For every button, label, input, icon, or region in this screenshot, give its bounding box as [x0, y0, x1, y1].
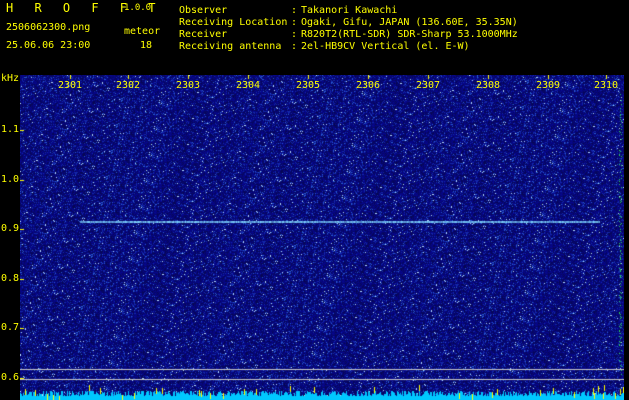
location-label: Receiving Location — [179, 17, 288, 28]
frequency-unit-label: kHz — [1, 73, 20, 84]
receiver-value: R820T2(RTL-SDR) SDR-Sharp 53.1000MHz — [301, 29, 518, 40]
y-tick-label: 0.6 — [1, 372, 20, 383]
x-tick-label: 2304 — [235, 80, 261, 91]
file-name: 2506062300.png — [6, 22, 91, 33]
y-tick-label: 1.0 — [1, 174, 20, 185]
receiver-label: Receiver — [179, 29, 228, 40]
observer-label: Observer — [179, 5, 228, 16]
x-tick-label: 2308 — [475, 80, 501, 91]
y-tick-label: 0.9 — [1, 223, 20, 234]
x-tick-label: 2310 — [593, 80, 619, 91]
receiver-colon: : — [291, 29, 298, 40]
meteor-label: meteor — [124, 26, 161, 37]
hrofft-spectrogram-window: H R O F F T 1.0.0 2506062300.png 25.06.0… — [0, 0, 629, 400]
x-tick-label: 2301 — [57, 80, 83, 91]
antenna-value: 2el-HB9CV Vertical (el. E-W) — [301, 41, 470, 52]
x-tick-label: 2303 — [175, 80, 201, 91]
y-tick-label: 0.8 — [1, 273, 20, 284]
location-colon: : — [291, 17, 298, 28]
y-tick-label: 0.7 — [1, 322, 20, 333]
antenna-label: Receiving antenna — [179, 41, 282, 52]
meteor-count: 18 — [140, 40, 153, 51]
date-time: 25.06.06 23:00 — [6, 40, 91, 51]
app-version: 1.0.0 — [124, 3, 152, 13]
x-tick-label: 2306 — [355, 80, 381, 91]
y-tick-label: 1.1 — [1, 124, 20, 135]
observer-value: Takanori Kawachi — [301, 5, 398, 16]
observer-colon: : — [291, 5, 298, 16]
x-tick-label: 2307 — [415, 80, 441, 91]
spectrogram-canvas — [20, 75, 624, 400]
x-tick-label: 2305 — [295, 80, 321, 91]
x-tick-label: 2309 — [535, 80, 561, 91]
x-tick-label: 2302 — [115, 80, 141, 91]
antenna-colon: : — [291, 41, 298, 52]
location-value: Ogaki, Gifu, JAPAN (136.60E, 35.35N) — [301, 17, 518, 28]
